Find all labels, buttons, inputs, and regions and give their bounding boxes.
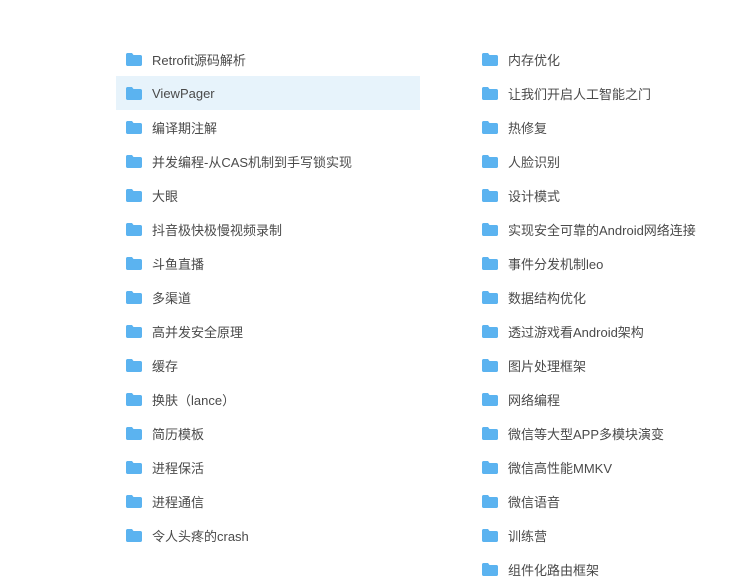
folder-icon	[482, 393, 498, 406]
folder-item[interactable]: 缓存	[116, 348, 420, 382]
folder-icon	[482, 563, 498, 576]
folder-item[interactable]: 网络编程	[472, 382, 748, 416]
folder-item[interactable]: 图片处理框架	[472, 348, 748, 382]
folder-label: 进程保活	[152, 458, 204, 477]
folder-label: 进程通信	[152, 492, 204, 511]
folder-icon	[482, 325, 498, 338]
folder-label: 微信高性能MMKV	[508, 458, 612, 477]
folder-item[interactable]: 数据结构优化	[472, 280, 748, 314]
folder-icon	[126, 189, 142, 202]
folder-icon	[482, 155, 498, 168]
folder-item[interactable]: ViewPager	[116, 76, 420, 110]
folder-icon	[482, 257, 498, 270]
folder-item[interactable]: 令人头疼的crash	[116, 518, 420, 552]
folder-label: 并发编程-从CAS机制到手写锁实现	[152, 152, 352, 171]
folder-item[interactable]: 实现安全可靠的Android网络连接	[472, 212, 748, 246]
folder-label: 让我们开启人工智能之门	[508, 84, 651, 103]
folder-label: 微信语音	[508, 492, 560, 511]
folder-label: 换肤（lance）	[152, 390, 235, 409]
folder-icon	[482, 495, 498, 508]
folder-icon	[126, 257, 142, 270]
folder-label: 组件化路由框架	[508, 560, 599, 579]
folder-item[interactable]: 人脸识别	[472, 144, 748, 178]
folder-icon	[126, 393, 142, 406]
folder-item[interactable]: 抖音极快极慢视频录制	[116, 212, 420, 246]
folder-label: 数据结构优化	[508, 288, 586, 307]
folder-icon	[126, 53, 142, 66]
folder-label: ViewPager	[152, 86, 215, 101]
folder-item[interactable]: 热修复	[472, 110, 748, 144]
folder-label: 热修复	[508, 118, 547, 137]
folder-item[interactable]: 多渠道	[116, 280, 420, 314]
folder-label: 令人头疼的crash	[152, 526, 249, 545]
folder-icon	[482, 359, 498, 372]
folder-item[interactable]: 进程保活	[116, 450, 420, 484]
folder-label: 内存优化	[508, 50, 560, 69]
folder-icon	[126, 529, 142, 542]
folder-label: 多渠道	[152, 288, 191, 307]
folder-item[interactable]: 内存优化	[472, 42, 748, 76]
folder-icon	[126, 291, 142, 304]
folder-label: 缓存	[152, 356, 178, 375]
folder-label: 高并发安全原理	[152, 322, 243, 341]
folder-label: 透过游戏看Android架构	[508, 322, 644, 341]
folder-item[interactable]: 编译期注解	[116, 110, 420, 144]
folder-icon	[482, 291, 498, 304]
folder-icon	[126, 87, 142, 100]
folder-label: 简历模板	[152, 424, 204, 443]
folder-item[interactable]: 进程通信	[116, 484, 420, 518]
folder-label: 编译期注解	[152, 118, 217, 137]
folder-icon	[126, 359, 142, 372]
folder-list-container: Retrofit源码解析 ViewPager 编译期注解并发编程-从CAS机制到手写…	[0, 0, 748, 586]
folder-icon	[482, 529, 498, 542]
folder-item[interactable]: 微信语音	[472, 484, 748, 518]
folder-item[interactable]: 透过游戏看Android架构	[472, 314, 748, 348]
folder-icon	[126, 427, 142, 440]
folder-icon	[482, 87, 498, 100]
folder-icon	[482, 121, 498, 134]
folder-icon	[482, 189, 498, 202]
folder-item[interactable]: 大眼	[116, 178, 420, 212]
folder-icon	[482, 427, 498, 440]
folder-label: 事件分发机制leo	[508, 254, 603, 273]
folder-icon	[126, 461, 142, 474]
folder-item[interactable]: 简历模板	[116, 416, 420, 450]
folder-label: 大眼	[152, 186, 178, 205]
folder-icon	[482, 53, 498, 66]
folder-label: 抖音极快极慢视频录制	[152, 220, 282, 239]
folder-icon	[482, 461, 498, 474]
folder-item[interactable]: Retrofit源码解析	[116, 42, 420, 76]
folder-icon	[482, 223, 498, 236]
folder-label: 网络编程	[508, 390, 560, 409]
folder-label: 实现安全可靠的Android网络连接	[508, 220, 696, 239]
folder-label: 设计模式	[508, 186, 560, 205]
folder-item[interactable]: 高并发安全原理	[116, 314, 420, 348]
folder-item[interactable]: 设计模式	[472, 178, 748, 212]
folder-item[interactable]: 微信高性能MMKV	[472, 450, 748, 484]
folder-item[interactable]: 斗鱼直播	[116, 246, 420, 280]
folder-item[interactable]: 事件分发机制leo	[472, 246, 748, 280]
folder-item[interactable]: 微信等大型APP多模块演变	[472, 416, 748, 450]
folder-icon	[126, 223, 142, 236]
folder-icon	[126, 325, 142, 338]
folder-label: 图片处理框架	[508, 356, 586, 375]
folder-column-left: Retrofit源码解析 ViewPager 编译期注解并发编程-从CAS机制到手写…	[0, 42, 420, 586]
folder-label: 训练营	[508, 526, 547, 545]
folder-icon	[126, 495, 142, 508]
folder-column-right: 内存优化让我们开启人工智能之门热修复人脸识别设计模式实现安全可靠的Android…	[420, 42, 748, 586]
folder-label: 人脸识别	[508, 152, 560, 171]
folder-label: 微信等大型APP多模块演变	[508, 424, 664, 443]
folder-item[interactable]: 换肤（lance）	[116, 382, 420, 416]
folder-item[interactable]: 组件化路由框架	[472, 552, 748, 586]
folder-item[interactable]: 并发编程-从CAS机制到手写锁实现	[116, 144, 420, 178]
folder-icon	[126, 121, 142, 134]
folder-icon	[126, 155, 142, 168]
folder-label: 斗鱼直播	[152, 254, 204, 273]
folder-label: Retrofit源码解析	[152, 50, 246, 69]
folder-item[interactable]: 训练营	[472, 518, 748, 552]
folder-item[interactable]: 让我们开启人工智能之门	[472, 76, 748, 110]
